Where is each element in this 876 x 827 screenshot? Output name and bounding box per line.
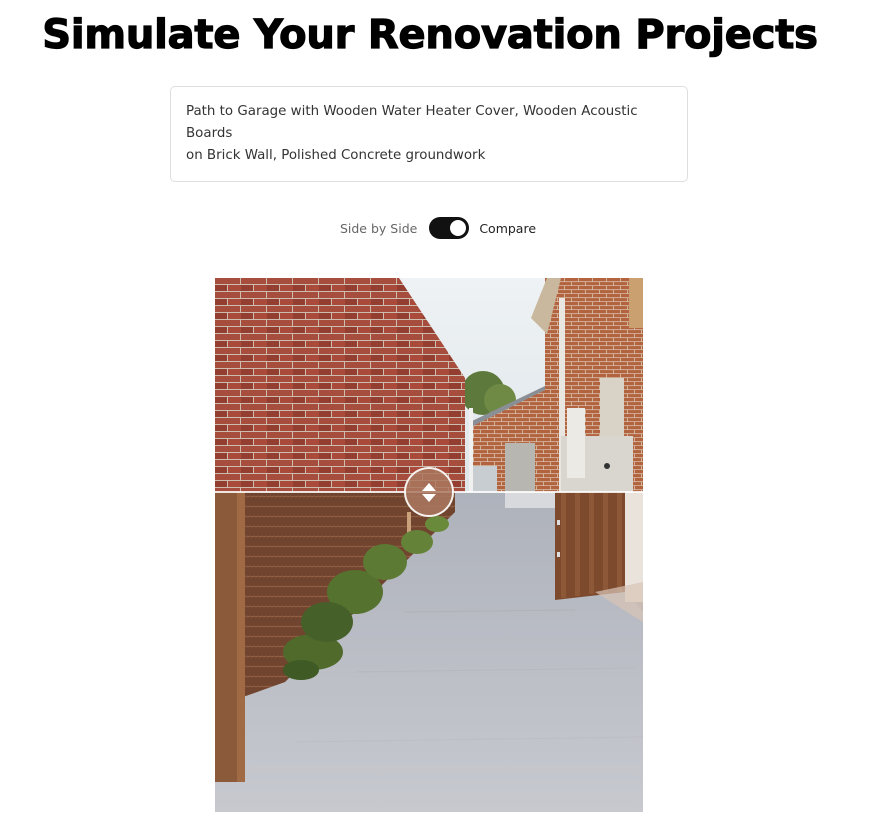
page-title: Simulate Your Renovation Projects — [42, 11, 819, 58]
up-down-arrows-icon[interactable] — [404, 467, 454, 517]
prompt-text-line-1: Path to Garage with Wooden Water Heater … — [186, 104, 638, 141]
before-image — [215, 278, 643, 492]
view-toggle-row: Side by Side Compare — [0, 216, 876, 240]
arrow-up-icon — [422, 482, 436, 491]
after-image — [215, 492, 643, 812]
switch-knob — [450, 220, 467, 236]
prompt-text-line-2: on Brick Wall, Polished Concrete groundw… — [186, 148, 486, 163]
view-mode-switch[interactable] — [429, 217, 470, 239]
arrow-down-icon — [422, 493, 436, 502]
compare-label[interactable]: Compare — [479, 221, 536, 236]
prompt-textarea[interactable]: Path to Garage with Wooden Water Heater … — [170, 86, 688, 182]
compare-slider-view[interactable] — [215, 278, 643, 812]
after-image-illustration — [215, 492, 643, 812]
side-by-side-label[interactable]: Side by Side — [340, 221, 417, 236]
before-image-illustration — [215, 278, 643, 492]
